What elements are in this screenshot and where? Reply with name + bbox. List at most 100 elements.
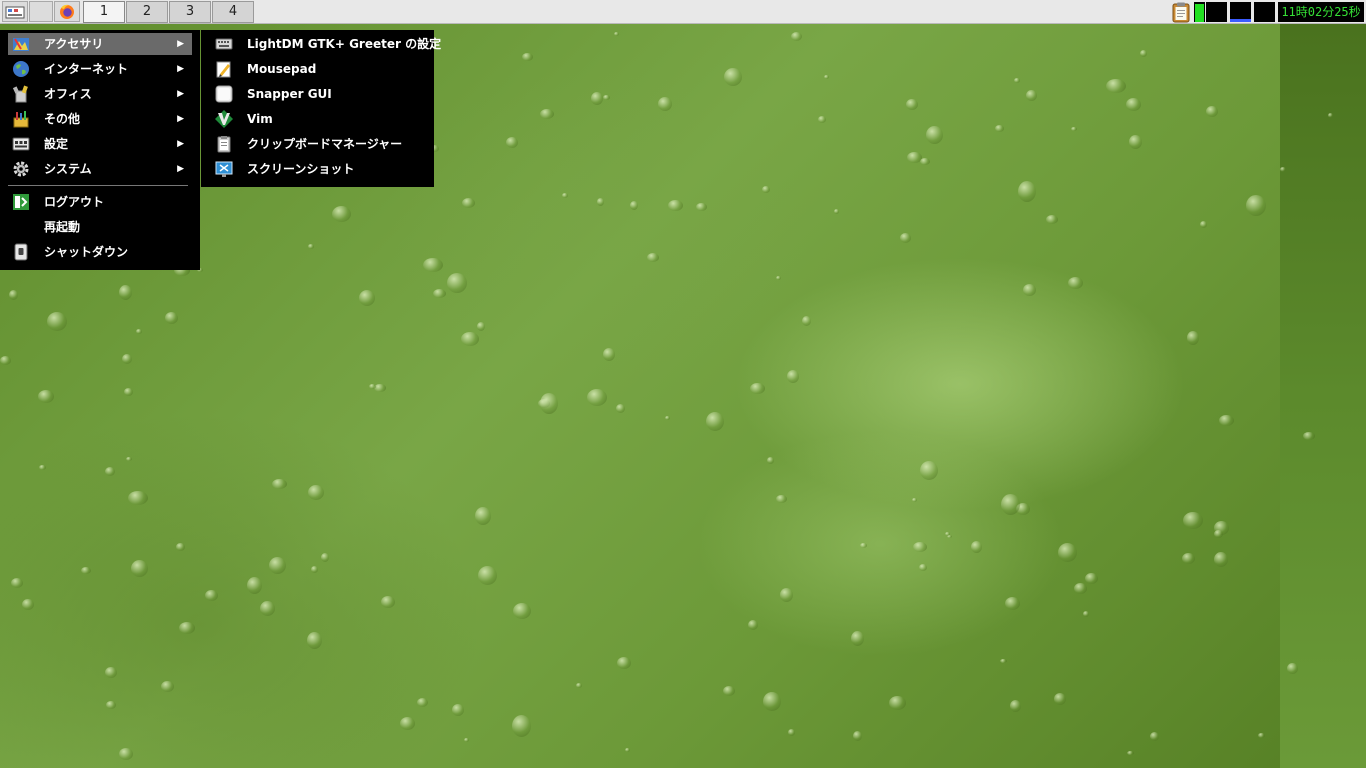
water-drop	[1287, 663, 1298, 674]
water-drop	[475, 507, 491, 525]
menu-item-system[interactable]: システム ▶	[8, 158, 192, 180]
water-drop	[818, 116, 826, 123]
menu-item-label: Vim	[247, 112, 273, 126]
water-drop	[668, 200, 683, 211]
water-drop	[47, 312, 67, 331]
blank-launcher-button[interactable]	[29, 1, 53, 22]
menu-item-snapper-gui[interactable]: Snapper GUI	[211, 83, 424, 105]
disk-monitor[interactable]	[1254, 2, 1275, 22]
water-drop	[1246, 195, 1266, 216]
water-drop	[105, 467, 115, 476]
workspace-2-button[interactable]: 2	[126, 1, 168, 23]
water-drop	[423, 258, 443, 272]
menu-item-label: クリップボードマネージャー	[247, 137, 403, 151]
water-drop	[625, 748, 630, 752]
water-drop	[788, 729, 795, 736]
water-drop	[562, 193, 568, 198]
menu-item-clipboard-manager[interactable]: クリップボードマネージャー	[211, 133, 424, 155]
menu-item-label: LightDM GTK+ Greeter の設定	[247, 37, 442, 51]
workspace-3-button[interactable]: 3	[169, 1, 211, 23]
keyboard-icon	[215, 38, 233, 50]
water-drop	[1074, 583, 1087, 594]
water-drop	[1150, 732, 1159, 741]
water-drop	[1106, 79, 1126, 93]
workspace-4-button[interactable]: 4	[212, 1, 254, 23]
globe-icon	[13, 61, 29, 77]
water-drop	[452, 704, 464, 716]
workspace-1-button[interactable]: 1	[83, 1, 125, 23]
water-drop	[780, 588, 793, 602]
clipboard-icon[interactable]	[1170, 1, 1192, 23]
menu-item-mousepad[interactable]: Mousepad	[211, 58, 424, 80]
water-drop	[447, 273, 467, 293]
water-drop	[0, 356, 11, 365]
water-drop	[512, 715, 531, 737]
water-drop	[119, 285, 132, 300]
water-drop	[791, 32, 802, 41]
water-drop	[105, 667, 117, 678]
water-drop	[787, 370, 799, 383]
menu-item-label: その他	[44, 112, 81, 126]
water-drop	[851, 631, 864, 646]
menu-item-settings[interactable]: 設定 ▶	[8, 133, 192, 155]
cpu-monitor[interactable]	[1194, 2, 1205, 22]
clock[interactable]: 11時02分25秒	[1278, 2, 1364, 22]
screenshot-icon	[215, 161, 233, 177]
water-drop	[122, 354, 132, 364]
water-drop	[748, 620, 758, 630]
water-drop	[417, 698, 428, 707]
water-drop	[462, 198, 475, 208]
water-drop	[400, 717, 415, 730]
submenu-arrow-icon: ▶	[177, 164, 184, 174]
water-drop	[995, 125, 1004, 132]
water-drop	[106, 701, 116, 709]
submenu-arrow-icon: ▶	[177, 64, 184, 74]
firefox-launcher-button[interactable]	[54, 1, 80, 22]
water-drop	[359, 290, 375, 306]
water-drop	[723, 686, 735, 696]
water-drop	[576, 683, 582, 688]
menu-item-label: Mousepad	[247, 62, 317, 76]
menu-item-label: アクセサリ	[44, 37, 104, 51]
water-drop	[81, 567, 91, 574]
water-drop	[38, 390, 54, 403]
menu-item-internet[interactable]: インターネット ▶	[8, 58, 192, 80]
water-drop	[176, 543, 185, 551]
water-drop	[762, 186, 770, 193]
water-drop	[1046, 215, 1058, 224]
menu-item-label: システム	[44, 162, 92, 176]
water-drop	[522, 53, 533, 61]
water-drop	[1071, 127, 1077, 131]
water-drop	[906, 99, 918, 110]
menu-item-office[interactable]: オフィス ▶	[8, 83, 192, 105]
menu-item-label: 設定	[44, 137, 69, 151]
water-drop	[247, 577, 262, 594]
memory-monitor[interactable]	[1230, 2, 1251, 22]
water-drop	[776, 495, 787, 503]
submenu-arrow-icon: ▶	[177, 39, 184, 49]
water-drop	[913, 542, 927, 552]
menu-item-lightdm-settings[interactable]: LightDM GTK+ Greeter の設定	[211, 33, 441, 55]
water-drop	[724, 68, 742, 86]
network-monitor[interactable]	[1206, 2, 1227, 22]
water-drop	[919, 564, 927, 571]
water-drop	[1085, 573, 1098, 584]
water-drop	[381, 596, 395, 608]
menu-item-accessories[interactable]: アクセサリ ▶	[8, 33, 192, 55]
app-menu-button[interactable]	[2, 1, 28, 22]
submenu-arrow-icon: ▶	[177, 139, 184, 149]
water-drop	[308, 485, 324, 500]
menu-item-shutdown[interactable]: シャットダウン	[8, 241, 192, 263]
water-drop	[1127, 751, 1134, 755]
water-drop	[1129, 135, 1142, 149]
menu-item-vim[interactable]: Vim	[211, 108, 424, 130]
menu-item-screenshot[interactable]: スクリーンショット	[211, 158, 424, 180]
menu-separator	[8, 185, 188, 186]
menu-item-reboot[interactable]: 再起動	[8, 216, 192, 238]
water-drop	[665, 416, 670, 420]
menu-item-label: ログアウト	[44, 195, 105, 209]
menu-item-logout[interactable]: ログアウト	[8, 191, 192, 213]
menu-item-other[interactable]: その他 ▶	[8, 108, 192, 130]
water-drop	[1303, 432, 1315, 440]
water-drop	[126, 457, 132, 461]
